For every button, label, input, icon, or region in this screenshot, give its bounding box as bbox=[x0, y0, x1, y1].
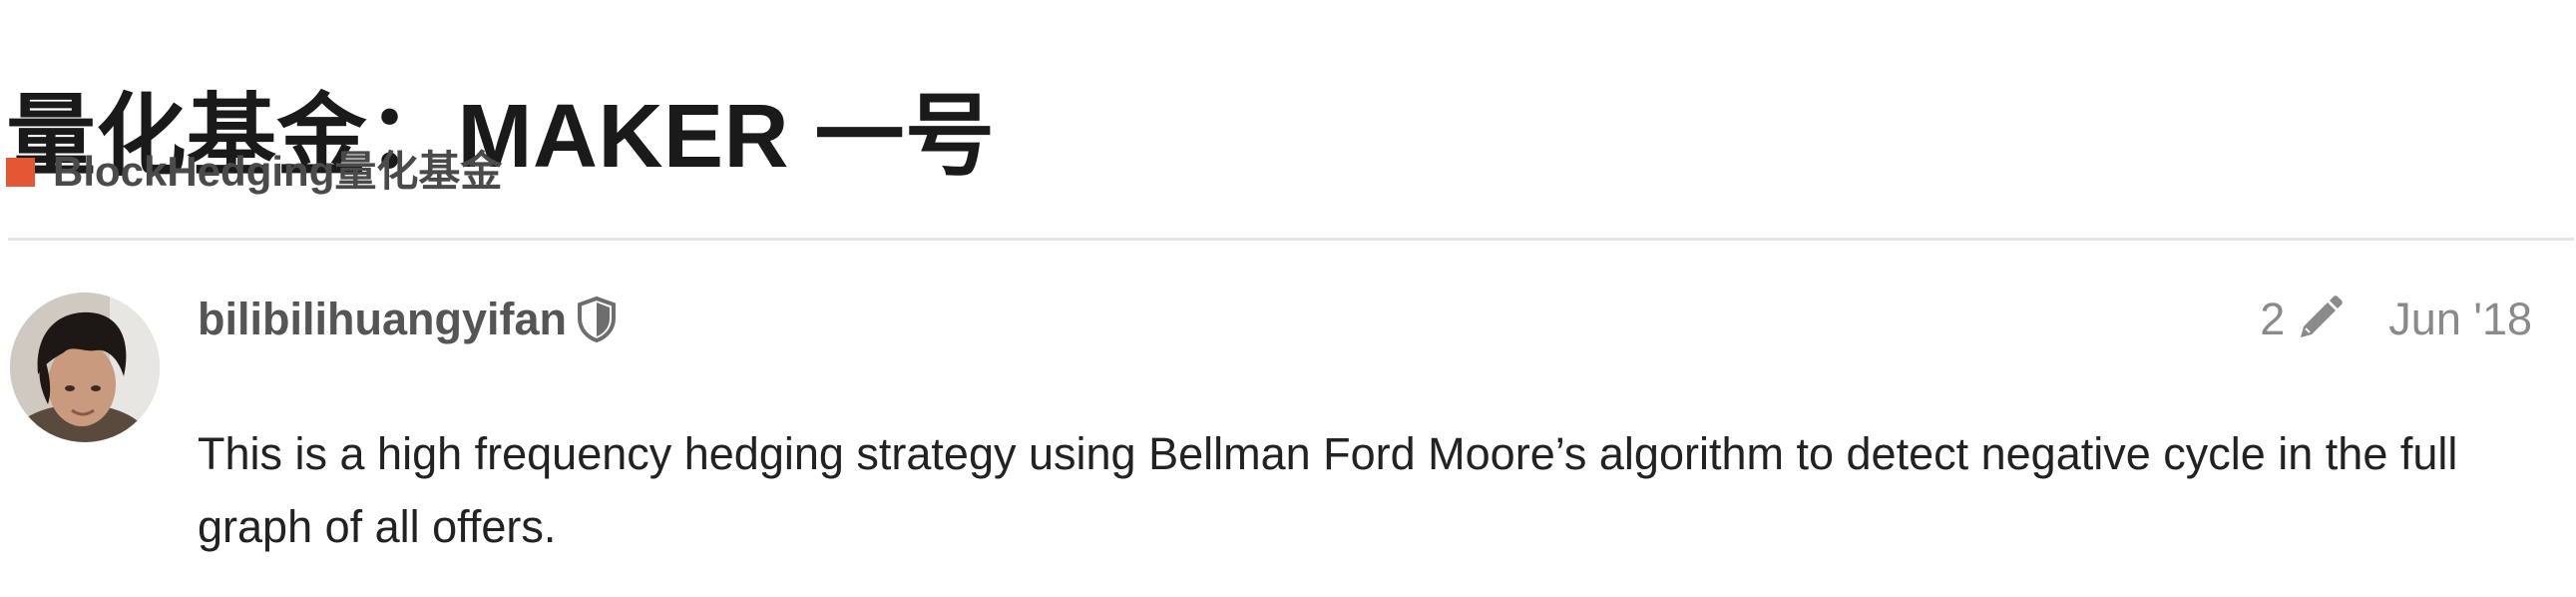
user-avatar[interactable] bbox=[10, 293, 160, 442]
category-color-swatch bbox=[6, 157, 35, 187]
post-body: This is a high frequency hedging strateg… bbox=[198, 428, 2458, 552]
post-author: bilibilihuangyifan bbox=[198, 290, 617, 349]
category-name[interactable]: BlockHedging量化基金 bbox=[53, 142, 502, 202]
pencil-icon[interactable] bbox=[2293, 294, 2345, 345]
edit-count[interactable]: 2 bbox=[2260, 290, 2285, 349]
post-date[interactable]: Jun '18 bbox=[2388, 290, 2532, 349]
category-badge[interactable]: BlockHedging量化基金 bbox=[6, 142, 502, 202]
username-link[interactable]: bilibilihuangyifan bbox=[198, 290, 567, 349]
shield-icon bbox=[578, 297, 616, 342]
post-meta: 2 Jun '18 bbox=[2260, 290, 2532, 349]
topic-divider bbox=[8, 238, 2574, 241]
avatar-photo bbox=[10, 293, 160, 442]
